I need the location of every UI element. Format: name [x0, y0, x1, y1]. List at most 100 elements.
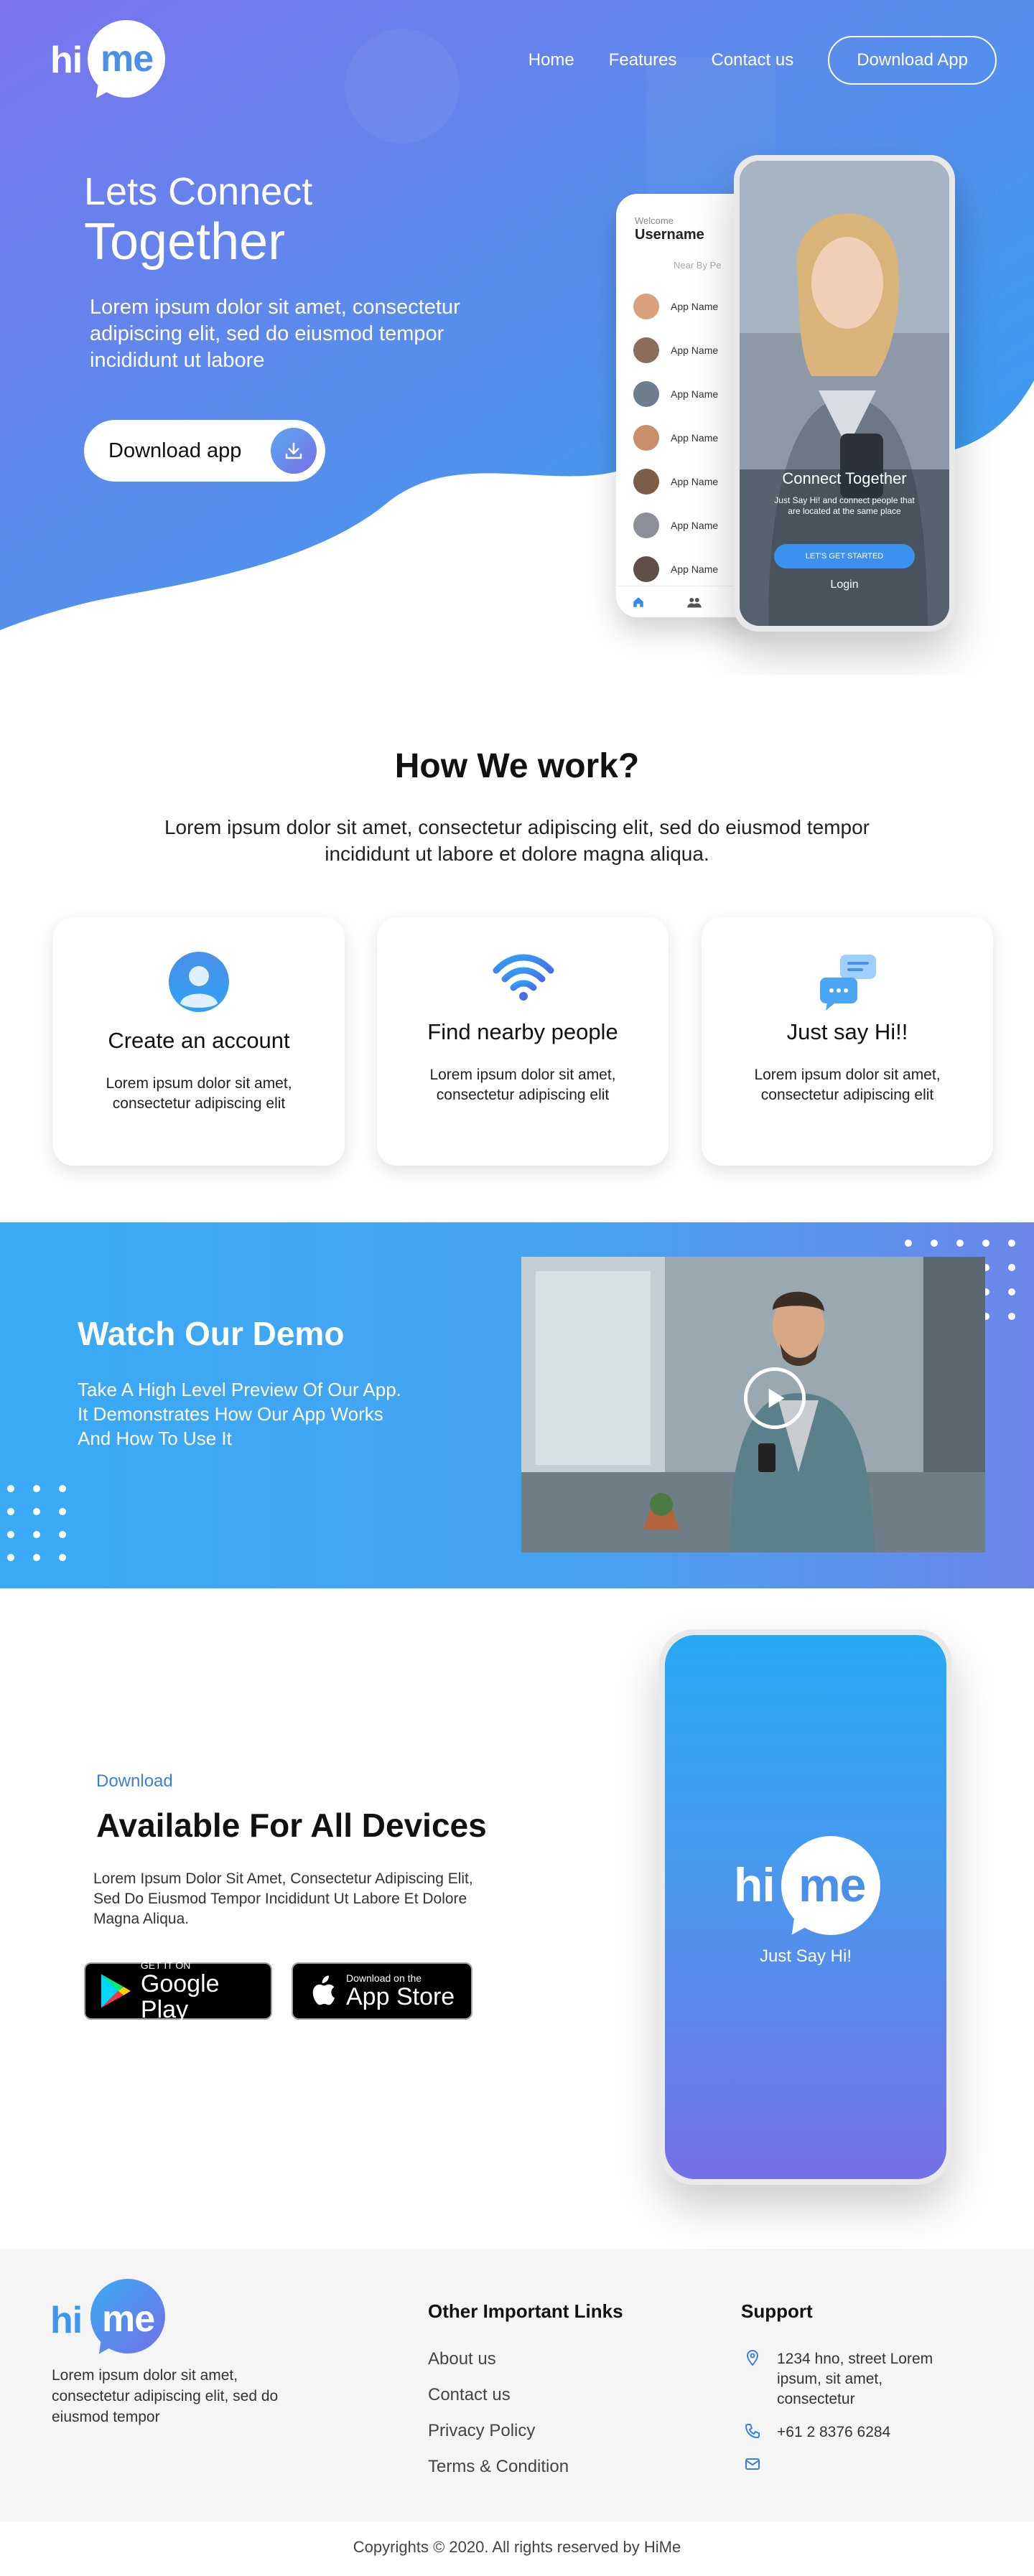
avatar	[633, 293, 659, 319]
support-email-row[interactable]	[744, 2455, 959, 2473]
phone-username: Username	[635, 227, 704, 243]
home-icon	[633, 596, 643, 607]
list-item-name: App Name	[671, 344, 719, 356]
feature-card-text: Lorem ipsum dolor sit amet, consectetur …	[429, 1067, 616, 1103]
app-store-small-text: Download on the	[346, 1972, 422, 1984]
download-icon	[271, 428, 317, 474]
list-item: App Name	[633, 284, 718, 328]
download-description: Lorem Ipsum Dolor Sit Amet, Consectetur …	[93, 1870, 473, 1927]
phone-splash-screen: hi me Just Say Hi!	[665, 1635, 946, 2179]
footer-logo[interactable]: hi me	[50, 2279, 165, 2361]
google-play-icon	[101, 1974, 131, 2008]
play-button[interactable]	[744, 1367, 806, 1429]
phone-user-list: App Name App Name App Name App Name App …	[633, 284, 718, 591]
avatar	[633, 512, 659, 538]
demo-title: Watch Our Demo	[78, 1315, 345, 1352]
logo-text-me: me	[101, 38, 154, 80]
list-item-name: App Name	[671, 431, 719, 444]
support-address: 1234 hno, street Lorem ipsum, sit amet, …	[777, 2351, 933, 2407]
hero-description: Lorem ipsum dolor sit amet, consectetur …	[90, 296, 460, 372]
phone-login-screen: Connect Together Just Say Hi! and connec…	[740, 161, 949, 626]
how-section-description: Lorem ipsum dolor sit amet, consectetur …	[164, 816, 870, 865]
demo-video[interactable]	[521, 1257, 985, 1552]
footer-link-privacy[interactable]: Privacy Policy	[428, 2421, 569, 2457]
hero-section: hi me Home Features Contact us Download …	[0, 0, 1034, 675]
people-icon	[687, 597, 702, 607]
feature-card-title: Just say Hi!!	[786, 1019, 908, 1044]
app-store-button[interactable]: Download on the App Store	[292, 1962, 472, 2020]
phone-get-started-button[interactable]: LET'S GET STARTED	[774, 544, 915, 568]
mail-icon	[745, 2458, 760, 2470]
copyright: Copyrights © 2020. All rights reserved b…	[353, 2538, 681, 2556]
footer-description: Lorem ipsum dolor sit amet, consectetur …	[52, 2367, 279, 2425]
user-account-icon	[169, 952, 229, 1012]
app-store-big-text: App Store	[346, 1983, 455, 2010]
list-item-name: App Name	[671, 388, 719, 400]
list-item-name: App Name	[671, 563, 719, 575]
footer-link-about[interactable]: About us	[428, 2349, 569, 2385]
logo-text-me: me	[798, 1858, 866, 1911]
feature-card-text: Lorem ipsum dolor sit amet, consectetur …	[754, 1067, 941, 1103]
footer-support-heading: Support	[741, 2300, 813, 2322]
support-phone: +61 2 8376 6284	[777, 2424, 891, 2440]
top-nav: Home Features Contact us Download App	[528, 36, 997, 85]
logo-text-hi: hi	[734, 1858, 776, 1911]
avatar	[633, 468, 659, 495]
support-phone-row[interactable]: +61 2 8376 6284	[744, 2422, 959, 2442]
download-kicker: Download	[96, 1771, 173, 1791]
footer-links: About us Contact us Privacy Policy Terms…	[428, 2349, 569, 2493]
footer-links-heading: Other Important Links	[428, 2300, 623, 2322]
brand-logo[interactable]: hi me	[50, 20, 165, 104]
list-item: App Name	[633, 328, 718, 372]
phone-connect-subtitle: Just Say Hi! and connect people that are…	[774, 495, 915, 516]
list-item-name: App Name	[671, 300, 719, 312]
location-pin-icon	[746, 2349, 759, 2366]
list-item: App Name	[633, 547, 718, 591]
decorative-dots-left	[7, 1485, 66, 1561]
nav-home[interactable]: Home	[528, 50, 574, 70]
logo-text-hi: hi	[50, 39, 83, 81]
logo-text-hi: hi	[50, 2300, 83, 2341]
feature-card-title: Find nearby people	[427, 1019, 618, 1044]
download-title: Available For All Devices	[96, 1807, 487, 1844]
phone-icon	[745, 2424, 760, 2439]
list-item: App Name	[633, 503, 718, 547]
avatar	[633, 556, 659, 582]
google-play-small-text: GET IT ON	[140, 1959, 191, 1971]
demo-description: Take A High Level Preview Of Our App. It…	[78, 1379, 401, 1449]
chat-bubbles-icon	[820, 955, 876, 1011]
phone-connect-title: Connect Together	[782, 469, 907, 487]
nav-contact[interactable]: Contact us	[711, 50, 793, 70]
avatar	[633, 380, 659, 407]
google-play-big-text: Google Play	[140, 1970, 220, 2023]
nav-features[interactable]: Features	[609, 50, 677, 70]
phone-login-link[interactable]: Login	[740, 579, 949, 591]
list-item-name: App Name	[671, 475, 719, 487]
feature-card-create-account: Create an account Lorem ipsum dolor sit …	[53, 917, 345, 1166]
wifi-signal-icon	[493, 954, 554, 1001]
apple-icon	[312, 1975, 335, 2005]
footer: hi me Lorem ipsum dolor sit amet, consec…	[0, 2249, 1034, 2521]
footer-link-contact[interactable]: Contact us	[428, 2385, 569, 2421]
list-item-name: App Name	[671, 519, 719, 531]
nav-download-button[interactable]: Download App	[828, 36, 997, 85]
play-icon	[768, 1388, 785, 1408]
phone-mockup-login: Connect Together Just Say Hi! and connec…	[734, 155, 955, 632]
feature-card-find-people: Find nearby people Lorem ipsum dolor sit…	[377, 917, 669, 1166]
feature-card-text: Lorem ipsum dolor sit amet, consectetur …	[106, 1075, 292, 1112]
hero-title-line2: Together	[84, 213, 286, 271]
list-item: App Name	[633, 372, 718, 416]
avatar	[633, 424, 659, 451]
phone-nearby-label: Near By Pe	[674, 260, 722, 271]
hero-download-button[interactable]: Download app	[84, 420, 325, 482]
how-section-title: How We work?	[394, 747, 640, 785]
hero-download-label: Download app	[108, 439, 242, 462]
list-item: App Name	[633, 416, 718, 459]
demo-section: Watch Our Demo Take A High Level Preview…	[0, 1222, 1034, 1588]
hero-title-line1: Lets Connect	[84, 170, 313, 213]
phone-mockup-splash: hi me Just Say Hi!	[659, 1629, 952, 2185]
splash-tagline: Just Say Hi!	[759, 1947, 852, 1966]
feature-card-say-hi: Just say Hi!! Lorem ipsum dolor sit amet…	[702, 917, 993, 1166]
footer-link-terms[interactable]: Terms & Condition	[428, 2457, 569, 2493]
google-play-button[interactable]: GET IT ON Google Play	[84, 1959, 272, 2023]
